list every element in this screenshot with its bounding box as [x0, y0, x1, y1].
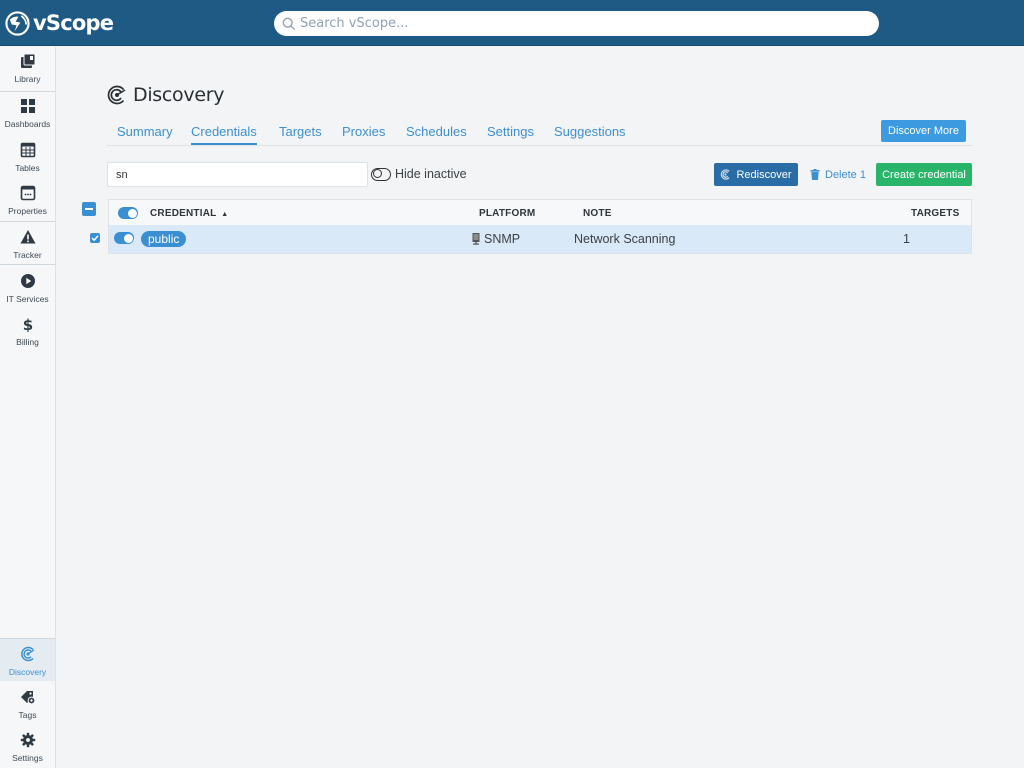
library-icon: [20, 53, 35, 68]
sidebar-item-label: Tables: [15, 163, 40, 173]
tab-summary[interactable]: Summary: [117, 124, 173, 139]
gear-icon: [20, 732, 35, 748]
toggle-off-icon[interactable]: [371, 167, 391, 181]
table-header: CREDENTIAL ▲ PLATFORM NOTE TARGETS: [109, 200, 971, 225]
sidebar-item-label: Billing: [16, 337, 39, 347]
global-search[interactable]: [274, 11, 879, 36]
dollar-icon: $: [22, 316, 32, 332]
warning-icon: [20, 230, 35, 244]
tab-settings[interactable]: Settings: [487, 124, 534, 139]
top-bar: vScope: [0, 0, 1024, 46]
sidebar-item-label: Properties: [8, 206, 47, 216]
targets-cell[interactable]: 1: [903, 232, 910, 246]
tab-credentials[interactable]: Credentials: [191, 124, 257, 145]
sidebar: Library Dashboards Tables Properties Tra…: [0, 47, 56, 768]
sidebar-item-label: IT Services: [6, 294, 49, 304]
rediscover-label: Rediscover: [736, 168, 792, 181]
row-active-toggle[interactable]: [114, 232, 134, 244]
sidebar-item-label: Library: [14, 74, 41, 84]
svg-text:$: $: [22, 316, 32, 332]
hide-inactive-label: Hide inactive: [395, 167, 467, 181]
tables-icon: [20, 142, 35, 158]
sidebar-divider: [0, 91, 55, 92]
column-header-platform[interactable]: PLATFORM: [479, 208, 535, 219]
properties-icon: [20, 185, 35, 201]
credential-name-badge[interactable]: public: [141, 231, 187, 247]
delete-label: Delete 1: [825, 168, 866, 181]
sidebar-item-label: Tracker: [13, 250, 42, 260]
discover-more-button[interactable]: Discover More: [881, 120, 966, 142]
sidebar-item-label: Dashboards: [4, 119, 51, 129]
tags-gear-icon: [20, 691, 35, 705]
tab-schedules[interactable]: Schedules: [406, 124, 467, 139]
search-input[interactable]: [300, 16, 860, 31]
sidebar-item-label: Discovery: [8, 667, 47, 677]
sidebar-item-it-services[interactable]: IT Services: [0, 272, 55, 310]
column-label: CREDENTIAL: [150, 208, 217, 219]
sidebar-item-label: Settings: [12, 753, 43, 763]
credentials-table: CREDENTIAL ▲ PLATFORM NOTE TARGETS publi…: [108, 199, 972, 254]
search-icon: [282, 17, 296, 30]
app-logo[interactable]: vScope: [5, 10, 114, 36]
server-icon: [472, 233, 480, 245]
sidebar-divider: [0, 264, 55, 265]
select-all-checkbox[interactable]: [82, 202, 96, 216]
sidebar-item-tracker[interactable]: Tracker: [0, 228, 55, 266]
platform-value: SNMP: [484, 232, 521, 246]
sidebar-item-properties[interactable]: Properties: [0, 184, 55, 222]
column-header-targets[interactable]: TARGETS: [911, 208, 959, 219]
table-row[interactable]: public SNMP Network Scanning 1: [109, 225, 971, 253]
note-cell: Network Scanning: [574, 232, 676, 246]
sidebar-item-dashboards[interactable]: Dashboards: [0, 97, 55, 135]
discovery-icon: [107, 85, 126, 105]
tab-suggestions[interactable]: Suggestions: [554, 124, 626, 139]
sidebar-item-billing[interactable]: $ Billing: [0, 315, 55, 353]
platform-cell: SNMP: [472, 232, 520, 246]
dashboards-icon: [20, 99, 35, 113]
delete-button[interactable]: Delete 1: [808, 163, 868, 186]
sidebar-item-library[interactable]: Library: [0, 52, 55, 90]
hide-inactive-toggle[interactable]: Hide inactive: [371, 167, 467, 181]
tab-targets[interactable]: Targets: [279, 124, 322, 139]
page-header: Discovery: [107, 84, 224, 106]
sidebar-item-label: Tags: [18, 710, 37, 720]
app-name: vScope: [33, 11, 114, 35]
discovery-icon: [721, 169, 731, 180]
discovery-tabs: Summary Credentials Targets Proxies Sche…: [107, 121, 972, 146]
row-select-checkbox[interactable]: [90, 233, 100, 243]
sidebar-item-tables[interactable]: Tables: [0, 141, 55, 179]
page-title: Discovery: [133, 84, 225, 106]
column-header-note[interactable]: NOTE: [583, 208, 612, 219]
column-header-credential[interactable]: CREDENTIAL ▲: [150, 208, 228, 219]
sidebar-divider: [0, 221, 55, 222]
trash-icon: [810, 169, 820, 180]
checkmark-icon: [91, 235, 99, 242]
toggle-all-active[interactable]: [118, 207, 138, 219]
sort-ascending-icon: ▲: [221, 211, 229, 218]
discovery-icon: [20, 646, 34, 662]
create-credential-button[interactable]: Create credential: [876, 163, 972, 186]
sidebar-item-settings[interactable]: Settings: [0, 731, 55, 768]
play-circle-icon: [20, 274, 35, 288]
rediscover-button[interactable]: Rediscover: [714, 163, 798, 186]
sidebar-item-discovery[interactable]: Discovery: [0, 639, 55, 681]
credential-filter-input[interactable]: [107, 162, 368, 187]
globe-logo-icon: [5, 10, 30, 36]
tab-proxies[interactable]: Proxies: [342, 124, 385, 139]
sidebar-item-tags[interactable]: Tags: [0, 688, 55, 726]
